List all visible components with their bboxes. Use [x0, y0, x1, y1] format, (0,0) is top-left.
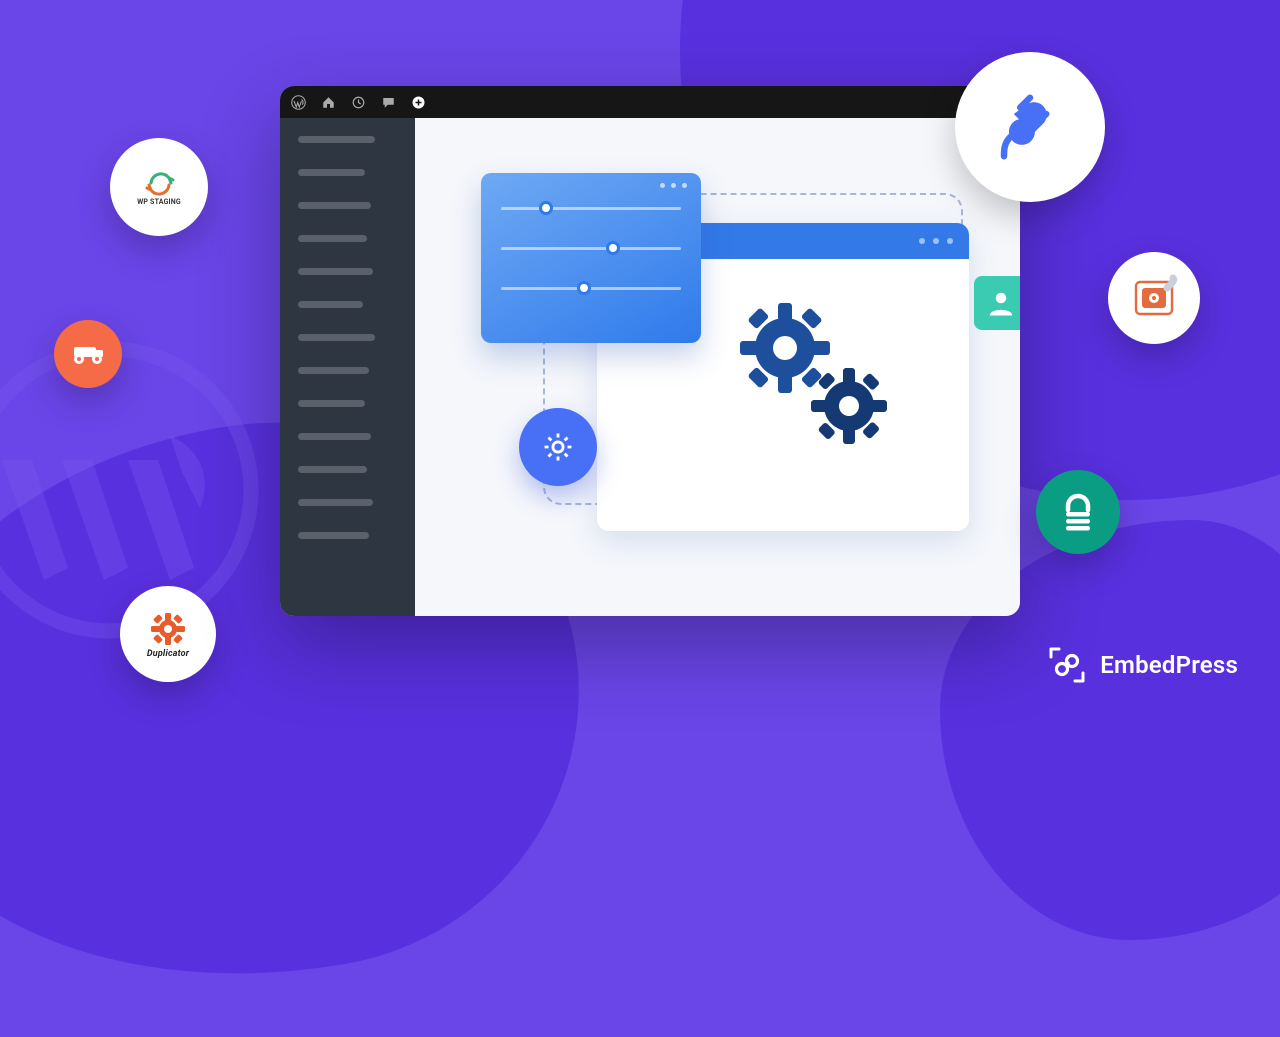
sidebar-item	[298, 169, 365, 176]
migrate-guru-badge	[54, 320, 122, 388]
sidebar-item	[298, 433, 371, 440]
wordpress-logo-bg	[0, 340, 260, 640]
duplicator-gear-icon	[146, 609, 190, 649]
sidebar-item	[298, 499, 373, 506]
safe-icon	[1129, 273, 1179, 323]
slider-panel	[481, 173, 701, 343]
slider-knob	[606, 241, 620, 255]
sidebar-item	[298, 334, 375, 341]
slider-row	[481, 228, 701, 268]
security-badge	[1036, 470, 1120, 554]
sidebar-item	[298, 400, 365, 407]
refresh-icon	[139, 168, 179, 198]
plugin-badge	[955, 52, 1105, 202]
brand-name: EmbedPress	[1100, 651, 1238, 679]
embedpress-icon	[1046, 644, 1088, 686]
sidebar-item	[298, 532, 369, 539]
wordpress-icon	[290, 94, 306, 110]
backup-badge	[1108, 252, 1200, 344]
window-dot	[947, 238, 953, 244]
sidebar-item	[298, 202, 371, 209]
wp-admin-sidebar	[280, 118, 415, 616]
plug-icon	[991, 88, 1069, 166]
plus-icon	[410, 94, 426, 110]
settings-button	[519, 408, 597, 486]
sidebar-item	[298, 301, 363, 308]
window-dot	[919, 238, 925, 244]
sidebar-item	[298, 367, 369, 374]
gear-icon	[539, 428, 577, 466]
comments-icon	[380, 94, 396, 110]
lock-icon	[1056, 490, 1100, 534]
wp-admin-content	[415, 118, 1020, 616]
window-dot	[933, 238, 939, 244]
gears-illustration	[695, 288, 915, 468]
sidebar-item	[298, 268, 373, 275]
wpstaging-label: WP STAGING	[137, 198, 181, 206]
truck-icon	[68, 341, 108, 367]
slider-knob	[577, 281, 591, 295]
slider-row	[481, 268, 701, 308]
brand-logo: EmbedPress	[1046, 644, 1238, 686]
sidebar-item	[298, 136, 375, 143]
slider-knob	[539, 201, 553, 215]
sidebar-item	[298, 235, 367, 242]
user-icon	[986, 288, 1016, 318]
wp-admin-topbar	[280, 86, 1020, 118]
wp-admin-window	[280, 86, 1020, 616]
slider-row	[481, 188, 701, 228]
home-icon	[320, 94, 336, 110]
wpstaging-badge: WP STAGING	[110, 138, 208, 236]
duplicator-label: Duplicator	[147, 649, 189, 659]
user-panel	[974, 276, 1020, 330]
duplicator-badge: Duplicator	[120, 586, 216, 682]
updates-icon	[350, 94, 366, 110]
sidebar-item	[298, 466, 367, 473]
